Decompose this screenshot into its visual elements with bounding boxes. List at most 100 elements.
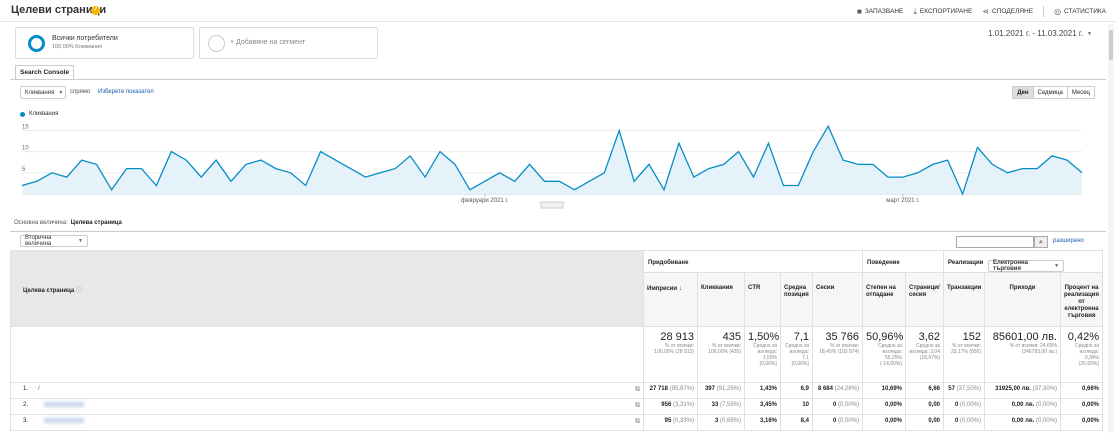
metric-cell: 10 bbox=[780, 398, 813, 415]
landing-page-cell[interactable]: 2. ⧉ bbox=[10, 398, 644, 415]
total-cell: 50,96% Средно за изгледа: 59,25% (-14,00%… bbox=[862, 326, 906, 383]
versus-label: спрямо bbox=[70, 89, 91, 95]
column-header-bounce-rate[interactable]: Степен на отпадане bbox=[862, 272, 906, 327]
insights-button[interactable]: ◎ СТАТИСТИКА bbox=[1054, 6, 1106, 17]
column-header-sessions[interactable]: Сесии bbox=[812, 272, 863, 327]
insights-label: СТАТИСТИКА bbox=[1064, 8, 1106, 15]
period-day-button[interactable]: Ден bbox=[1012, 86, 1034, 99]
table-row[interactable]: 2. ⧉ 956 (3,31%) 33 (7,59%) 3,45% 10 0 (0,00… bbox=[10, 398, 1103, 415]
y-tick-label: 10 bbox=[22, 146, 29, 152]
metric-cell: 0,00 лв. (0,00%) bbox=[984, 414, 1061, 431]
landing-page-link[interactable]: / bbox=[38, 386, 40, 392]
column-header-avg-position[interactable]: Средна позиция bbox=[780, 272, 813, 327]
column-header-pages-per-session[interactable]: Страници/ сесия bbox=[905, 272, 944, 327]
x-tick-label: март 2021 г. bbox=[886, 198, 920, 204]
group-header-acquisition: Придобиване bbox=[643, 250, 863, 273]
column-header-impressions[interactable]: Импресии ↓ bbox=[643, 272, 698, 327]
total-cell: 7,1 Средно за изгледа: 7,1 (0,00%) bbox=[780, 326, 813, 383]
column-header-revenue[interactable]: Приходи bbox=[984, 272, 1061, 327]
metric-cell: 0,66% bbox=[1060, 382, 1103, 399]
totals-row: 28 913% от всички: 100,00% (28 913) 435%… bbox=[10, 326, 1103, 383]
metric-cell: 8,4 bbox=[780, 414, 813, 431]
column-header-ecommerce-conversion-rate[interactable]: Процент на реализация от електронна търг… bbox=[1060, 272, 1103, 327]
metric-cell: 95 (0,33%) bbox=[643, 414, 698, 431]
legend-dot-icon bbox=[20, 111, 25, 117]
y-tick-label: 5 bbox=[22, 167, 26, 173]
column-header-clicks[interactable]: Кликвания bbox=[697, 272, 745, 327]
column-header-transactions[interactable]: Транзакции bbox=[943, 272, 985, 327]
clicks-line-chart[interactable]: 5 10 15 февруари 2021 г. март 2021 г. bbox=[0, 118, 1116, 210]
table-row[interactable]: 1. / ⧉ 27 718 (95,87%) 397 (91,26%) 1,43% 6,9… bbox=[10, 382, 1103, 399]
column-header-ctr[interactable]: CTR bbox=[744, 272, 781, 327]
select-metric-link[interactable]: Изберете показател bbox=[98, 89, 154, 95]
add-segment-button[interactable]: + Добавяне на сегмент bbox=[199, 27, 378, 59]
segment-title: Всички потребители bbox=[52, 35, 118, 42]
verified-badge-icon: ✓ bbox=[91, 6, 100, 15]
period-switcher: Ден Седмица Месец bbox=[1012, 86, 1095, 99]
row-number: 3. bbox=[23, 418, 29, 425]
tab-divider bbox=[10, 79, 1106, 80]
export-button[interactable]: ⤓ ЕКСПОРТИРАНЕ bbox=[913, 6, 972, 17]
primary-dimension-label: Основна величина: bbox=[14, 220, 68, 226]
empty-segment-ring-icon bbox=[208, 35, 225, 52]
open-page-icon[interactable]: ⧉ bbox=[635, 402, 640, 410]
metric-cell: 0,00% bbox=[862, 414, 906, 431]
metric-cell: 6,9 bbox=[780, 382, 813, 399]
column-header-landing-page[interactable]: Целева страница ⓘ bbox=[10, 250, 644, 327]
dimension-divider bbox=[10, 231, 1106, 232]
export-label: ЕКСПОРТИРАНЕ bbox=[919, 8, 973, 15]
landing-page-cell[interactable]: 1. / ⧉ bbox=[10, 382, 644, 399]
table-search-input[interactable] bbox=[956, 236, 1034, 248]
chart-legend: Кликвания bbox=[20, 111, 58, 117]
tab-search-console[interactable]: Search Console bbox=[15, 65, 75, 79]
metric-cell: 33 (7,59%) bbox=[697, 398, 745, 415]
segment-all-users[interactable]: Всички потребители 100,00% Кликвания bbox=[15, 27, 194, 59]
landing-pages-table: Целева страница ⓘ Придобиване Поведение … bbox=[10, 250, 1103, 431]
date-range-picker[interactable]: 1.01.2021 г. - 11.03.2021 г. ▼ bbox=[988, 29, 1092, 38]
metric-cell: 27 718 (95,87%) bbox=[643, 382, 698, 399]
save-button[interactable]: ■ ЗАПАЗВАНЕ bbox=[857, 6, 903, 17]
period-week-button[interactable]: Седмица bbox=[1032, 86, 1068, 99]
total-cell: 0,42% Средно за изгледа: 0,34% (25,60%) bbox=[1060, 326, 1103, 383]
metric-cell: 0,00 лв. (0,00%) bbox=[984, 398, 1061, 415]
report-toolbar: ■ ЗАПАЗВАНЕ ⤓ ЕКСПОРТИРАНЕ ⋖ СПОДЕЛЯНЕ ◎… bbox=[857, 6, 1106, 17]
save-label: ЗАПАЗВАНЕ bbox=[864, 8, 904, 15]
group-header-conversions: Реализации Електронна търговия ▼ bbox=[943, 250, 1103, 273]
y-tick-label: 15 bbox=[22, 124, 29, 130]
metric-cell: 8 684 (24,28%) bbox=[812, 382, 863, 399]
chevron-down-icon: ▼ bbox=[1087, 30, 1092, 37]
metric-cell: 0,00% bbox=[1060, 414, 1103, 431]
metric-cell: 0,00% bbox=[1060, 398, 1103, 415]
primary-dimension-value[interactable]: Целева страница bbox=[71, 220, 122, 226]
metric-cell: 0,00% bbox=[862, 398, 906, 415]
metric-cell: 956 (3,31%) bbox=[643, 398, 698, 415]
advanced-filter-link[interactable]: разширено bbox=[1053, 238, 1084, 244]
chevron-down-icon: ▼ bbox=[58, 89, 64, 96]
metric-cell: 3 (0,69%) bbox=[697, 414, 745, 431]
segment-subtitle: 100,00% Кликвания bbox=[52, 44, 103, 50]
open-page-icon[interactable]: ⧉ bbox=[635, 418, 640, 426]
conversion-type-dropdown[interactable]: Електронна търговия ▼ bbox=[988, 260, 1065, 272]
metric-cell: 0,00 bbox=[905, 398, 944, 415]
scrollbar-track[interactable] bbox=[1108, 24, 1114, 433]
metric-cell: 1,43% bbox=[744, 382, 781, 399]
metric-cell: 397 (91,26%) bbox=[697, 382, 745, 399]
table-row[interactable]: 3. ⧉ 95 (0,33%) 3 (0,69%) 3,16% 8,4 0 (0,00%… bbox=[10, 414, 1103, 431]
landing-page-cell[interactable]: 3. ⧉ bbox=[10, 414, 644, 431]
metric-dropdown[interactable]: Кликвания ▼ bbox=[20, 86, 66, 99]
metric-cell: 0,00 bbox=[905, 414, 944, 431]
period-month-button[interactable]: Месец bbox=[1066, 86, 1095, 99]
metric-cell: 0 (0,00%) bbox=[812, 398, 863, 415]
scrollbar-thumb[interactable] bbox=[1109, 30, 1113, 60]
share-icon: ⋖ bbox=[982, 7, 990, 16]
share-button[interactable]: ⋖ СПОДЕЛЯНЕ bbox=[982, 6, 1033, 17]
search-icon[interactable]: ⌕ bbox=[1034, 236, 1048, 248]
add-segment-label: + Добавяне на сегмент bbox=[230, 39, 306, 46]
total-cell: 3,62 Средно за изгледа: 3,04 (18,97%) bbox=[905, 326, 944, 383]
row-number: 2. bbox=[23, 402, 29, 409]
total-cell: 152% от всички: 23,17% (656) bbox=[943, 326, 985, 383]
open-page-icon[interactable]: ⧉ bbox=[635, 386, 640, 394]
secondary-dimension-dropdown[interactable]: Вторична величина ▼ bbox=[20, 235, 88, 247]
metric-cell: 3,45% bbox=[744, 398, 781, 415]
total-cell: 28 913% от всички: 100,00% (28 913) bbox=[643, 326, 698, 383]
